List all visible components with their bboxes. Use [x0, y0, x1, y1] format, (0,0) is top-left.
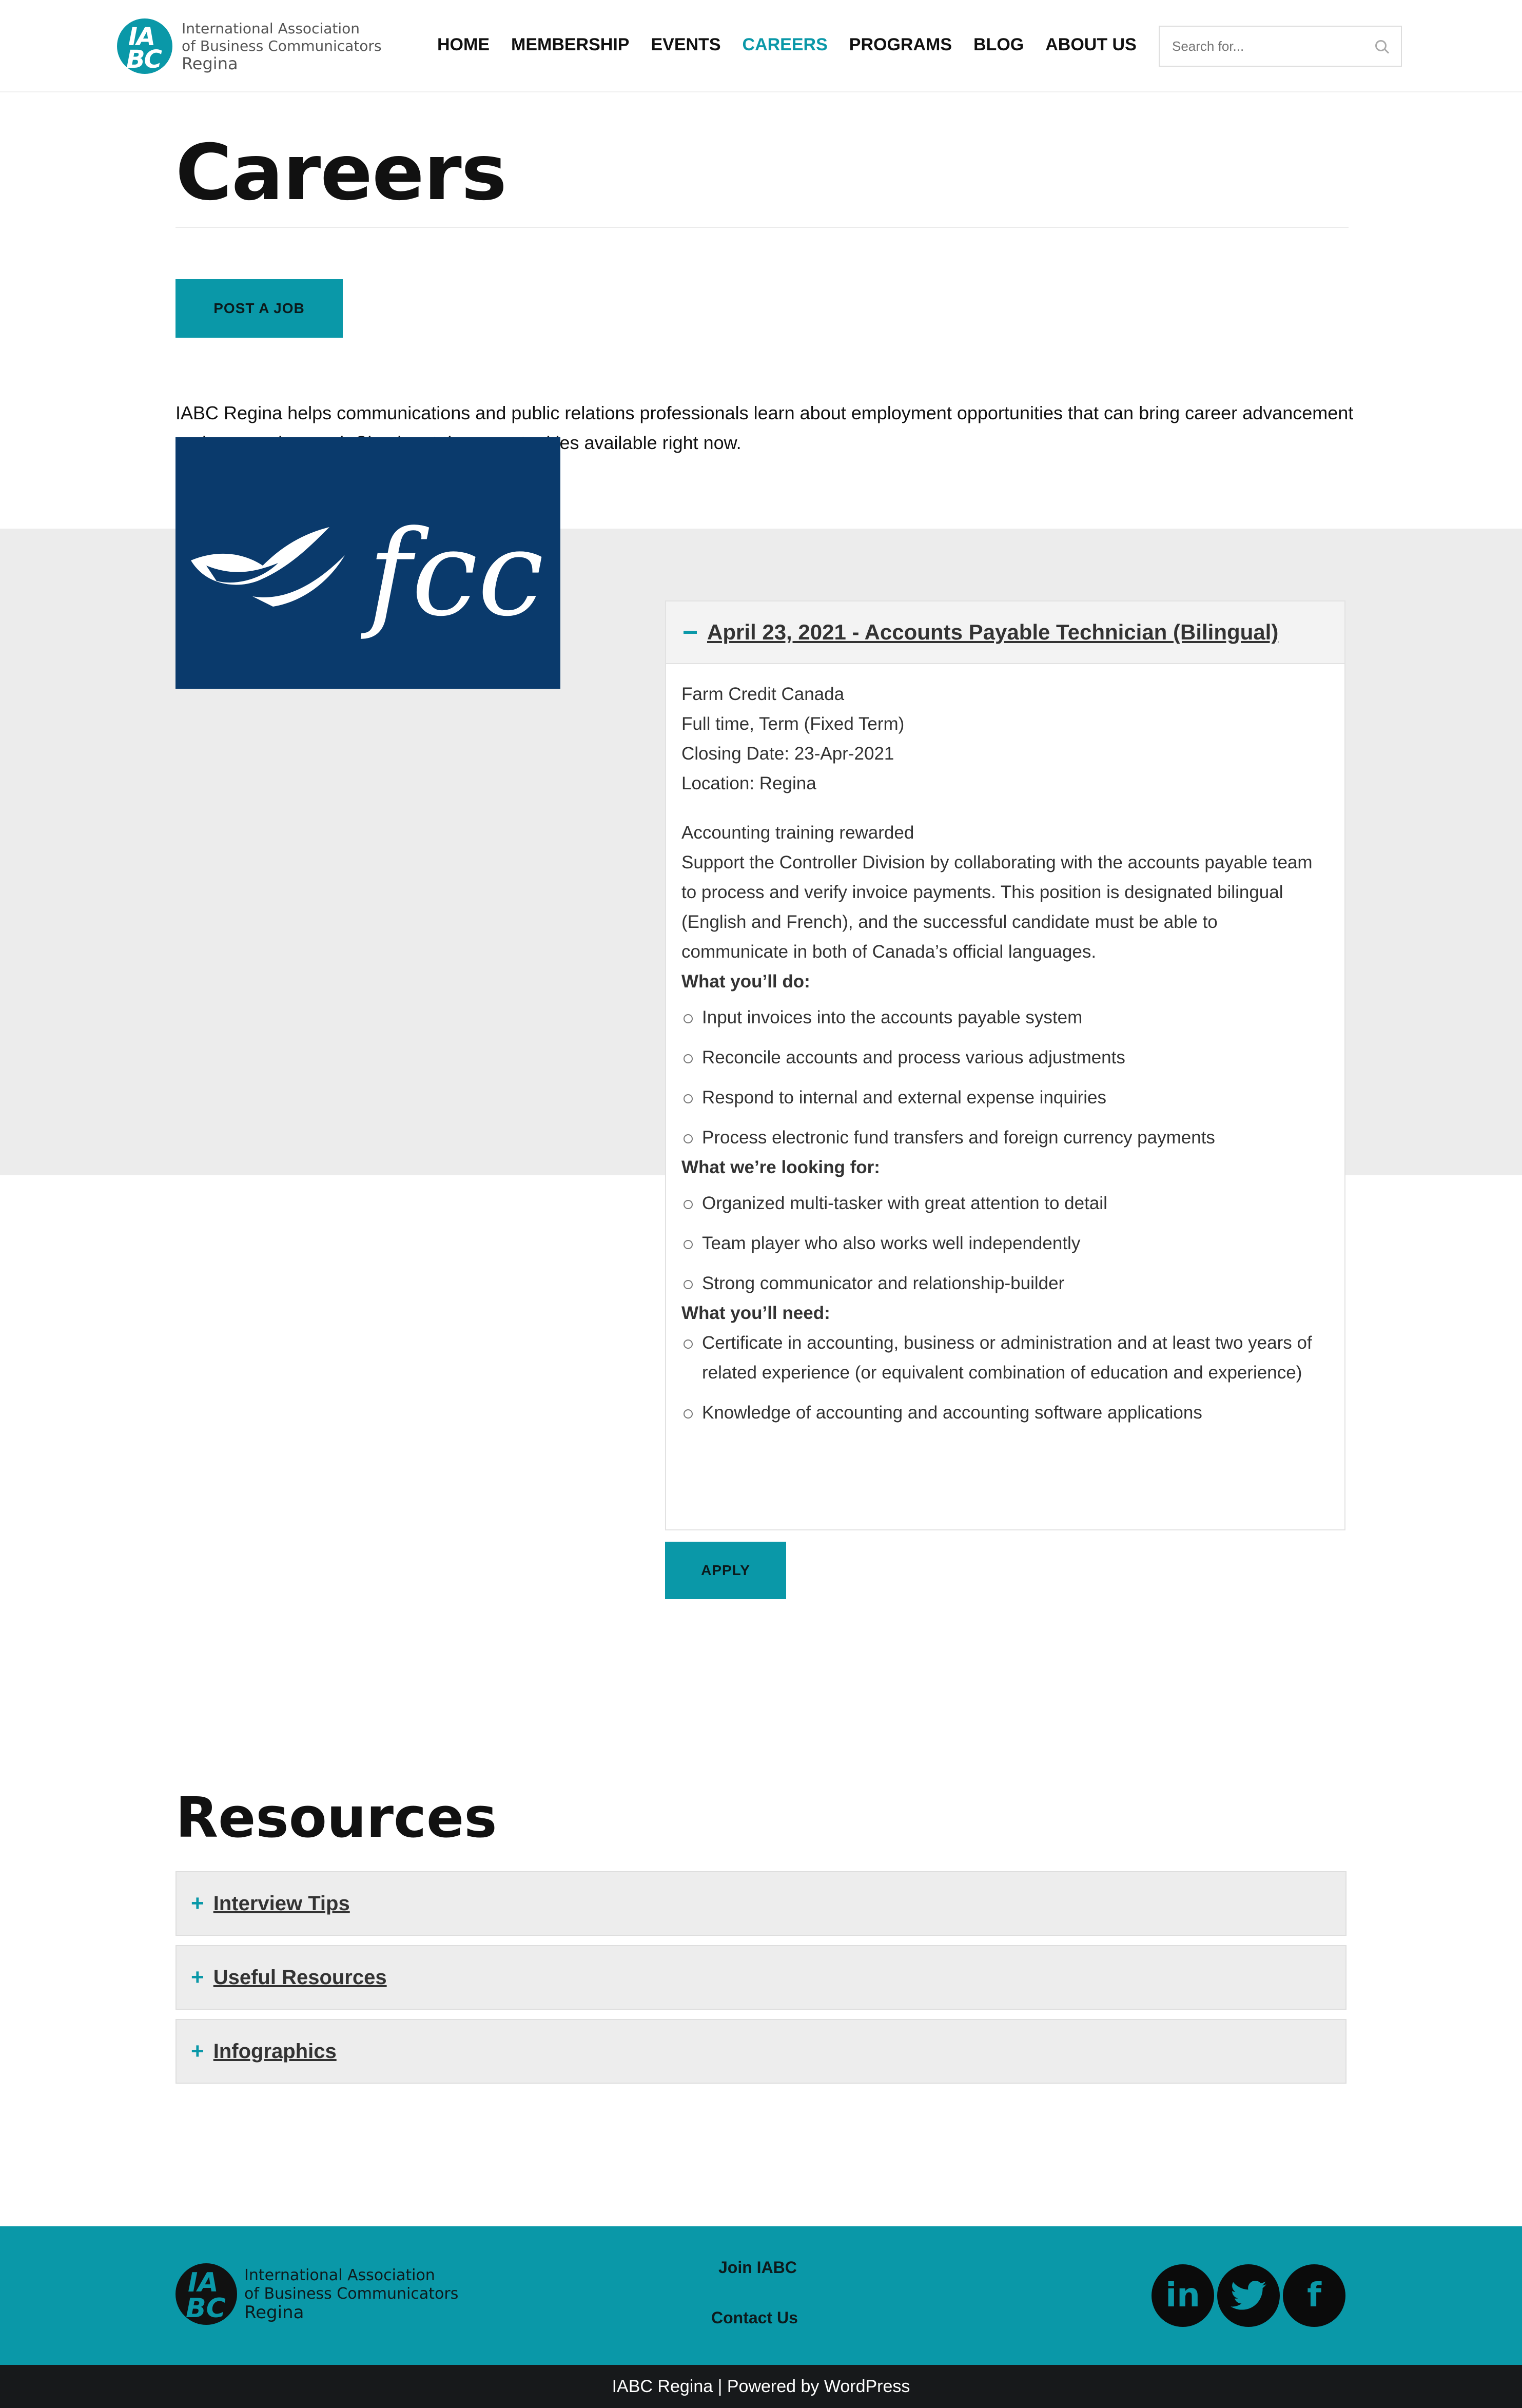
logo-line1: International Association [244, 2266, 435, 2284]
main-nav: HOME MEMBERSHIP EVENTS CAREERS PROGRAMS … [437, 35, 1158, 55]
copyright-bar: IABC Regina | Powered by WordPress [0, 2365, 1522, 2408]
list-item: Organized multi-tasker with great attent… [681, 1189, 1328, 1218]
search-box [1159, 26, 1402, 67]
iabc-logo-mark: IA BC [175, 2263, 237, 2325]
title-divider [175, 227, 1349, 228]
linkedin-icon[interactable]: in [1152, 2264, 1214, 2327]
nav-about-us[interactable]: ABOUT US [1045, 35, 1137, 55]
job-location: Location: Regina [681, 773, 816, 793]
logo-mark-bottom: BC [186, 2293, 226, 2324]
list-item: Strong communicator and relationship-bui… [681, 1269, 1328, 1298]
post-job-button[interactable]: POST A JOB [175, 279, 343, 338]
list-item: Team player who also works well independ… [681, 1229, 1328, 1258]
job-accordion-header[interactable]: April 23, 2021 - Accounts Payable Techni… [666, 601, 1344, 664]
expand-icon[interactable]: + [191, 1965, 204, 1990]
collapse-icon[interactable] [684, 631, 697, 634]
accordion-label[interactable]: Useful Resources [213, 1966, 387, 1989]
apply-button[interactable]: APPLY [665, 1542, 786, 1599]
nav-programs[interactable]: PROGRAMS [849, 35, 952, 55]
job-type: Full time, Term (Fixed Term) [681, 714, 905, 734]
job-tagline: Accounting training rewarded [681, 823, 914, 843]
nav-blog[interactable]: BLOG [973, 35, 1024, 55]
iabc-logo-mark: IA BC [117, 18, 172, 74]
list-item: Reconcile accounts and process various a… [681, 1043, 1328, 1073]
search-input[interactable] [1160, 27, 1365, 66]
nav-events[interactable]: EVENTS [651, 35, 720, 55]
site-footer: IA BC International Association of Busin… [0, 2226, 1522, 2365]
job-description: Support the Controller Division by colla… [681, 852, 1313, 962]
logo-line2: of Business Communicators [244, 2285, 459, 2303]
page-title: Careers [175, 128, 507, 218]
nav-home[interactable]: HOME [437, 35, 490, 55]
accordion-label[interactable]: Interview Tips [213, 1892, 350, 1915]
fcc-logo: fcc [175, 437, 560, 689]
job-title[interactable]: April 23, 2021 - Accounts Payable Techni… [707, 620, 1278, 645]
facebook-icon[interactable]: f [1283, 2264, 1345, 2327]
join-iabc-link[interactable]: Join IABC [718, 2258, 797, 2277]
twitter-bird [1231, 2281, 1266, 2310]
accordion-infographics[interactable]: + Infographics [175, 2019, 1347, 2084]
list-item: Process electronic fund transfers and fo… [681, 1123, 1328, 1153]
fcc-logo-text: fcc [360, 506, 544, 643]
logo-line1: International Association [182, 20, 360, 37]
job-card: April 23, 2021 - Accounts Payable Techni… [665, 600, 1345, 1530]
expand-icon[interactable]: + [191, 2038, 204, 2064]
list-item: Respond to internal and external expense… [681, 1083, 1328, 1113]
job-company: Farm Credit Canada [681, 684, 845, 704]
logo-mark-bottom: BC [126, 45, 162, 74]
do-list: Input invoices into the accounts payable… [681, 1003, 1328, 1153]
footer-logo-text: International Association of Business Co… [244, 2266, 458, 2322]
do-heading: What you’ll do: [681, 972, 810, 992]
logo-line2: of Business Communicators [182, 37, 382, 54]
site-header: IA BC International Association of Busin… [0, 0, 1522, 92]
logo-city: Regina [182, 54, 238, 73]
accordion-useful-resources[interactable]: + Useful Resources [175, 1945, 1347, 2010]
logo-city: Regina [244, 2302, 304, 2323]
list-item: Certificate in accounting, business or a… [681, 1328, 1328, 1388]
contact-us-link[interactable]: Contact Us [711, 2308, 798, 2327]
looking-heading: What we’re looking for: [681, 1157, 880, 1177]
fcc-logo-graphic: fcc [175, 437, 560, 689]
site-logo[interactable]: IA BC International Association of Busin… [117, 18, 382, 74]
expand-icon[interactable]: + [191, 1891, 204, 1916]
nav-membership[interactable]: MEMBERSHIP [511, 35, 629, 55]
need-list: Certificate in accounting, business or a… [681, 1328, 1328, 1428]
list-item: Input invoices into the accounts payable… [681, 1003, 1328, 1033]
resources-title: Resources [175, 1786, 497, 1850]
nav-careers[interactable]: CAREERS [743, 35, 828, 55]
list-item: Knowledge of accounting and accounting s… [681, 1398, 1328, 1428]
need-heading: What you’ll need: [681, 1303, 830, 1323]
looking-list: Organized multi-tasker with great attent… [681, 1189, 1328, 1298]
search-icon[interactable] [1375, 40, 1387, 51]
job-closing-date: Closing Date: 23-Apr-2021 [681, 744, 894, 764]
logo-text: International Association of Business Co… [182, 20, 382, 72]
accordion-interview-tips[interactable]: + Interview Tips [175, 1871, 1347, 1936]
accordion-label[interactable]: Infographics [213, 2040, 337, 2063]
twitter-icon[interactable] [1217, 2264, 1280, 2327]
footer-logo[interactable]: IA BC International Association of Busin… [175, 2263, 458, 2325]
job-details: Farm Credit Canada Full time, Term (Fixe… [666, 664, 1344, 1428]
